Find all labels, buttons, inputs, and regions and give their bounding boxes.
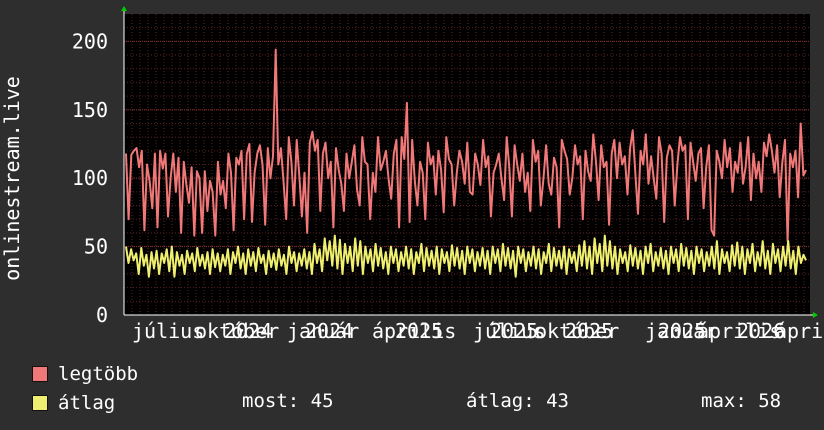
x-tick-label: 2024: [224, 319, 272, 343]
legend-item-atlag: átlag: [32, 392, 115, 414]
x-tick-label: július: [132, 319, 204, 343]
stat-current: most: 45: [242, 390, 334, 412]
legend-swatch-atlag: [32, 395, 48, 411]
x-tick-label: 2024: [305, 319, 353, 343]
x-tick-label: 2025: [395, 319, 443, 343]
x-tick-label: 2025: [565, 319, 613, 343]
y-tick-label: 100: [72, 166, 108, 190]
x-tick-label: 2025: [490, 319, 538, 343]
x-tick-label: április: [775, 319, 824, 343]
y-tick-label: 200: [72, 29, 108, 53]
legend-label-atlag: átlag: [58, 392, 116, 414]
y-tick-label: 0: [96, 303, 108, 327]
legend-swatch-legtobb: [32, 366, 48, 382]
stat-maximum: max: 58: [701, 390, 782, 412]
chart-container: 0 50 100 150 200 onlinestream.live július októb…: [0, 0, 824, 430]
stat-average: átlag: 43: [466, 390, 569, 412]
y-axis-arrow: [121, 6, 127, 11]
y-axis-title: onlinestream.live: [0, 76, 24, 281]
x-axis-arrow: [813, 312, 818, 318]
legend-label-legtobb: legtöbb: [58, 363, 139, 385]
y-tick-label: 50: [84, 235, 108, 259]
legend-item-legtobb: legtöbb: [32, 363, 138, 385]
y-tick-label: 150: [72, 98, 108, 122]
